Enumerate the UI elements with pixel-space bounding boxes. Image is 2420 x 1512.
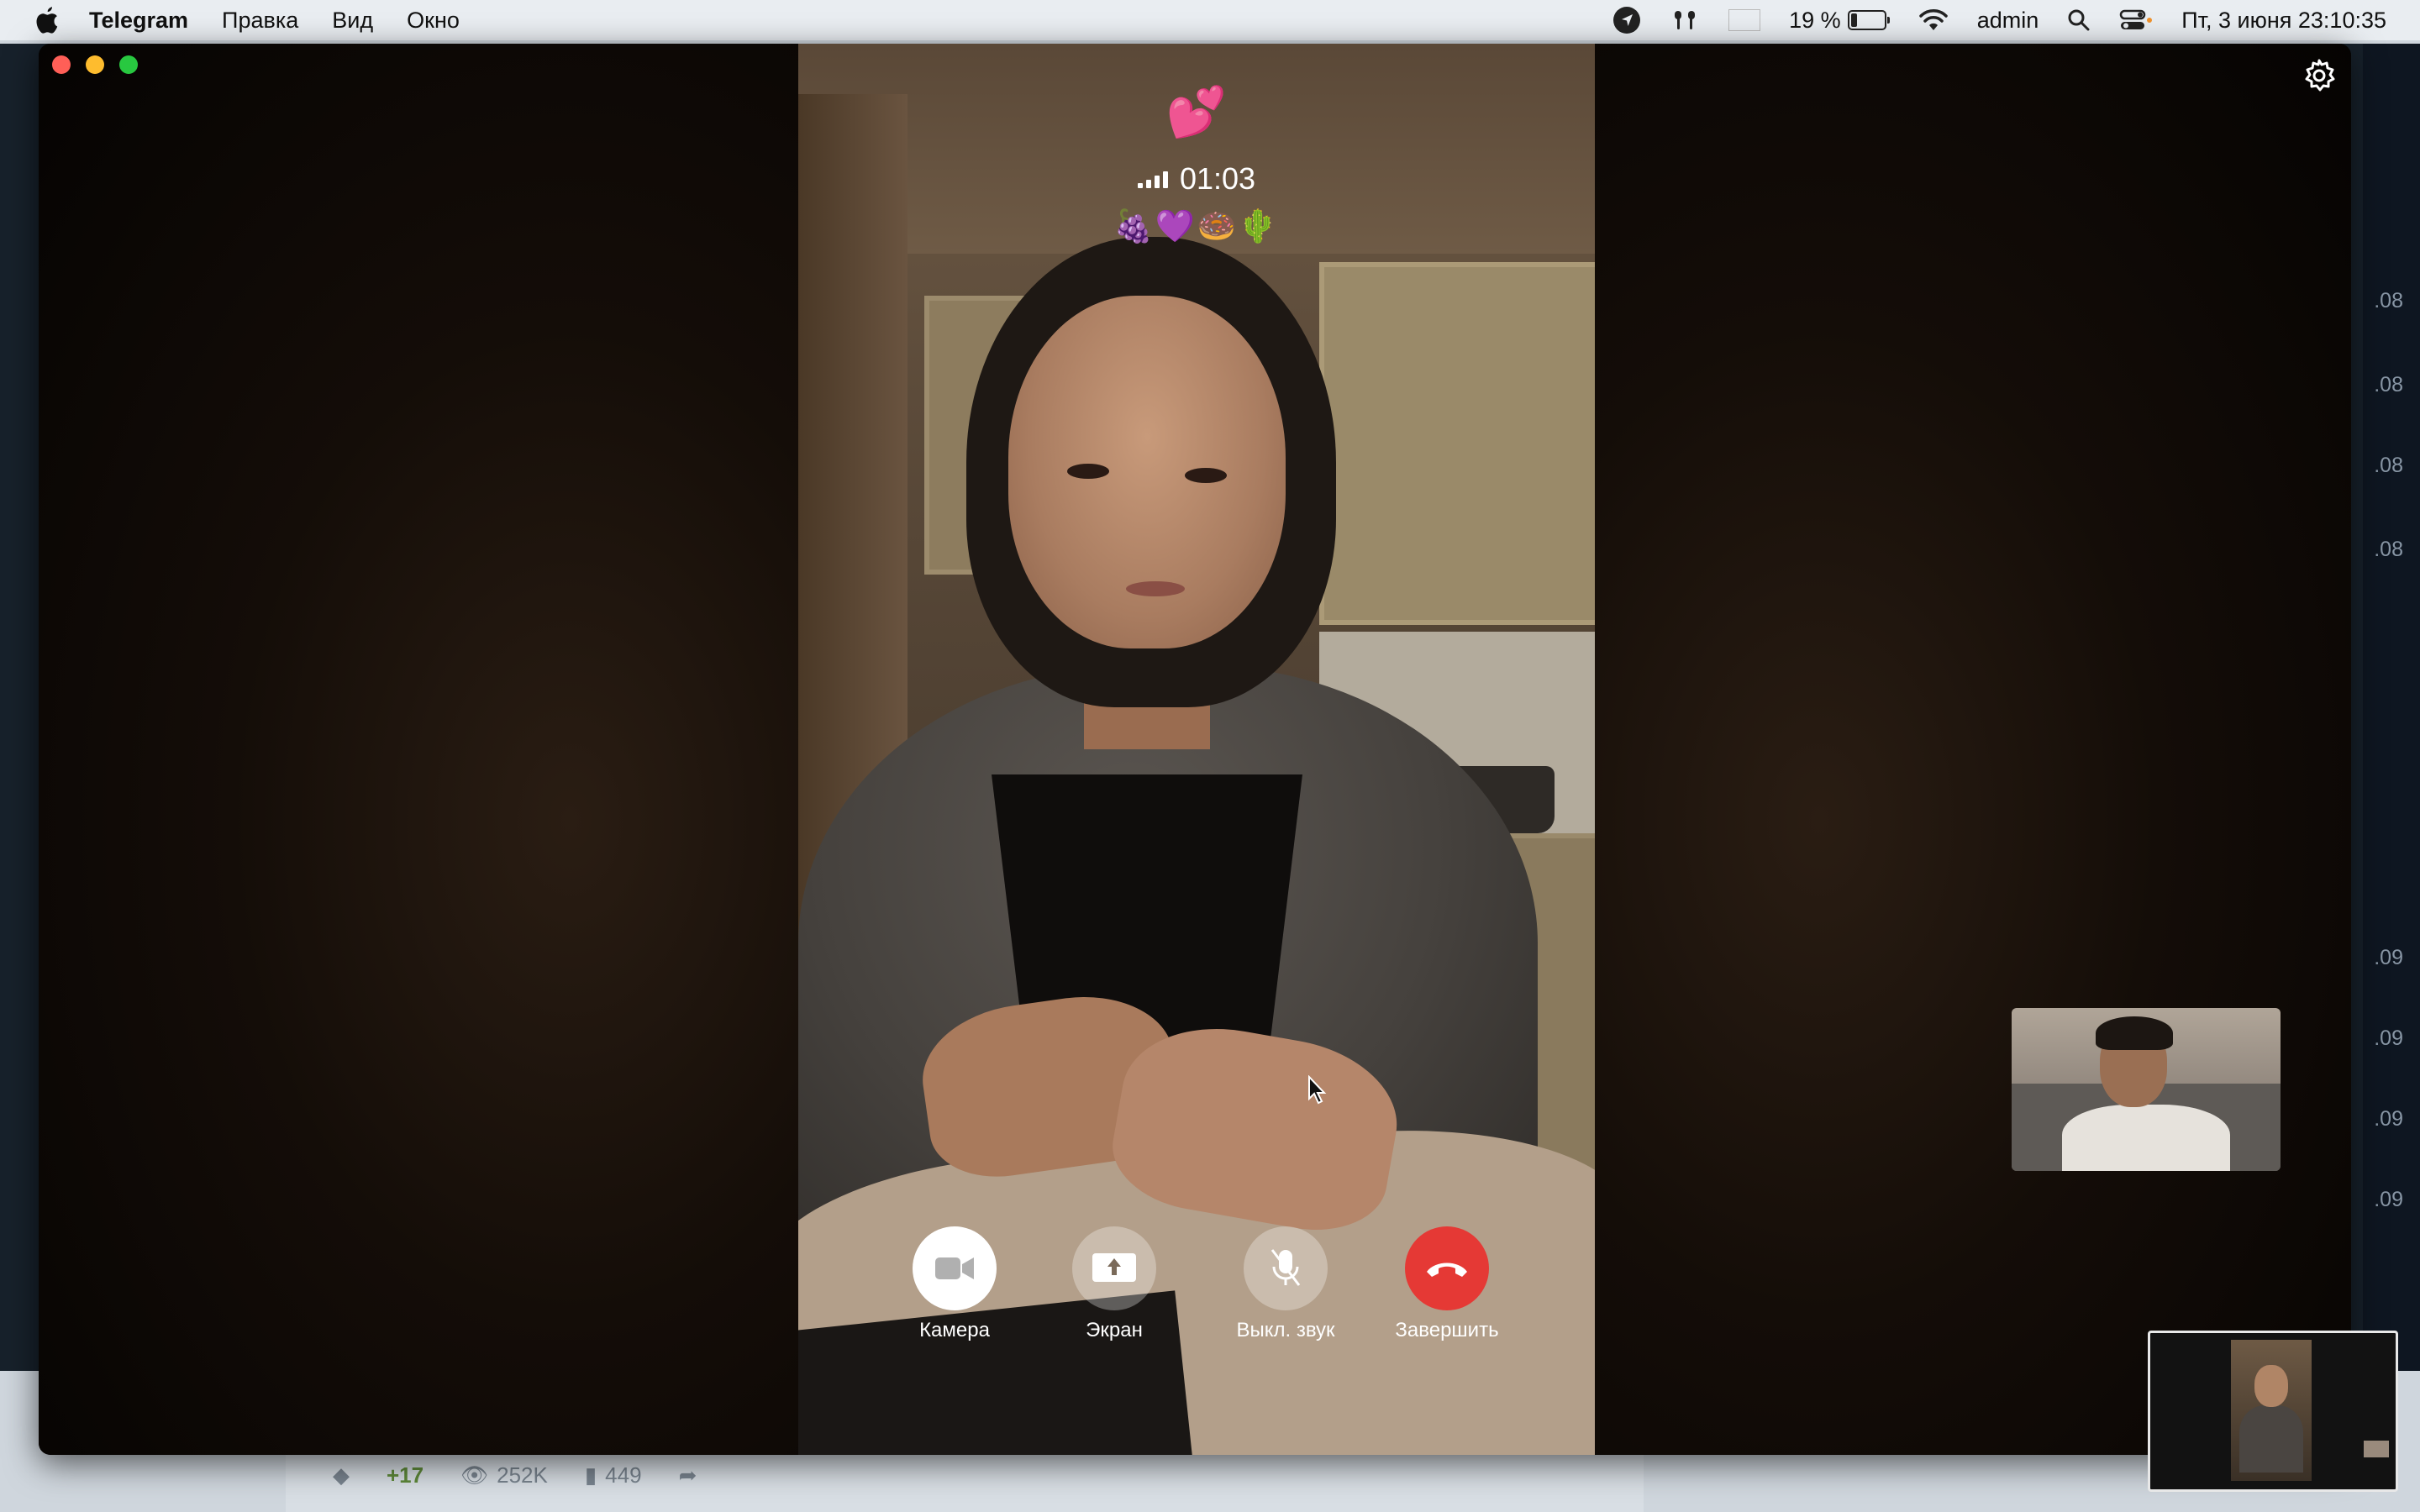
russian-flag-icon[interactable] bbox=[1728, 9, 1761, 31]
chat-time: .08 bbox=[2374, 373, 2403, 396]
end-call-control[interactable]: Завершить bbox=[1371, 1226, 1523, 1342]
wifi-icon[interactable] bbox=[1918, 8, 1949, 32]
video-camera-icon bbox=[935, 1257, 974, 1279]
encryption-key-emojis[interactable]: 🍇💜🍩🌵 bbox=[798, 208, 1595, 245]
location-arrow-icon[interactable] bbox=[1612, 6, 1641, 34]
window-controls bbox=[52, 55, 138, 74]
reaction-emoji: 💕 bbox=[1165, 85, 1228, 139]
end-call-label: Завершить bbox=[1395, 1319, 1499, 1341]
settings-gear-icon[interactable] bbox=[2301, 57, 2338, 94]
end-call-button[interactable] bbox=[1405, 1226, 1489, 1310]
hang-up-icon bbox=[1427, 1263, 1467, 1277]
camera-button[interactable] bbox=[913, 1226, 997, 1310]
chat-time: .08 bbox=[2374, 454, 2403, 477]
chat-time: .09 bbox=[2374, 946, 2403, 969]
chat-time: .09 bbox=[2374, 1107, 2403, 1131]
maximize-button[interactable] bbox=[119, 55, 138, 74]
battery-percent: 19 % bbox=[1789, 7, 1841, 33]
self-video-preview[interactable] bbox=[2012, 1008, 2281, 1171]
mute-button[interactable] bbox=[1244, 1226, 1328, 1310]
share-icon[interactable]: ➦ bbox=[679, 1462, 697, 1488]
airpods-icon[interactable] bbox=[1670, 8, 1700, 33]
chat-time: .08 bbox=[2374, 289, 2403, 312]
diamond-icon: ◆ bbox=[333, 1462, 350, 1488]
camera-label: Камера bbox=[919, 1319, 990, 1341]
call-duration: 01:03 bbox=[1179, 161, 1256, 196]
clock[interactable]: Пт, 3 июня 23:10:35 bbox=[2181, 8, 2386, 34]
minimize-button[interactable] bbox=[86, 55, 104, 74]
control-center-icon[interactable] bbox=[2119, 8, 2153, 32]
app-menu-telegram[interactable]: Telegram bbox=[89, 8, 188, 34]
eye-icon: 👁 bbox=[460, 1462, 489, 1488]
apple-icon[interactable] bbox=[34, 6, 59, 34]
screen-control[interactable]: Экран bbox=[1039, 1226, 1190, 1342]
bookmark-icon: ▮ bbox=[584, 1462, 597, 1488]
battery-icon bbox=[1847, 10, 1890, 30]
menu-view[interactable]: Вид bbox=[332, 8, 373, 34]
views-count: 252K bbox=[497, 1462, 548, 1488]
chat-time: .09 bbox=[2374, 1026, 2403, 1050]
video-blur-right bbox=[1591, 44, 2351, 1455]
screen-share-icon bbox=[1092, 1253, 1136, 1282]
call-status-row: 01:03 bbox=[798, 161, 1595, 197]
screen-preview-thumbnail[interactable] bbox=[2148, 1331, 2398, 1492]
chat-time: .09 bbox=[2374, 1188, 2403, 1211]
camera-control[interactable]: Камера bbox=[879, 1226, 1030, 1342]
menu-edit[interactable]: Правка bbox=[222, 8, 298, 34]
reactions-count: +17 bbox=[387, 1462, 424, 1488]
mouse-cursor-icon bbox=[1307, 1074, 1328, 1105]
chat-list-edge bbox=[0, 44, 39, 1371]
chat-area-edge: .08 .08 .08 .08 .09 .09 .09 .09 bbox=[2363, 44, 2420, 1371]
bookmarks-count: 449 bbox=[605, 1462, 642, 1488]
signal-strength-icon bbox=[1137, 170, 1168, 188]
search-icon[interactable] bbox=[2067, 8, 2091, 32]
user-name[interactable]: admin bbox=[1977, 8, 2039, 34]
screen-label: Экран bbox=[1086, 1319, 1143, 1341]
microphone-off-icon bbox=[1270, 1249, 1301, 1286]
close-button[interactable] bbox=[52, 55, 71, 74]
call-window bbox=[39, 44, 2351, 1455]
chat-time: .08 bbox=[2374, 538, 2403, 561]
mute-control[interactable]: Выкл. звук bbox=[1210, 1226, 1361, 1342]
video-blur-left bbox=[39, 44, 798, 1455]
menu-bar: Telegram Правка Вид Окно 19 % admin Пт, … bbox=[0, 0, 2420, 40]
menu-window[interactable]: Окно bbox=[407, 8, 460, 34]
call-status: 💕 01:03 🍇💜🍩🌵 bbox=[798, 84, 1595, 245]
battery-status[interactable]: 19 % bbox=[1789, 8, 1890, 34]
screen-share-button[interactable] bbox=[1072, 1226, 1156, 1310]
mute-label: Выкл. звук bbox=[1236, 1319, 1335, 1341]
